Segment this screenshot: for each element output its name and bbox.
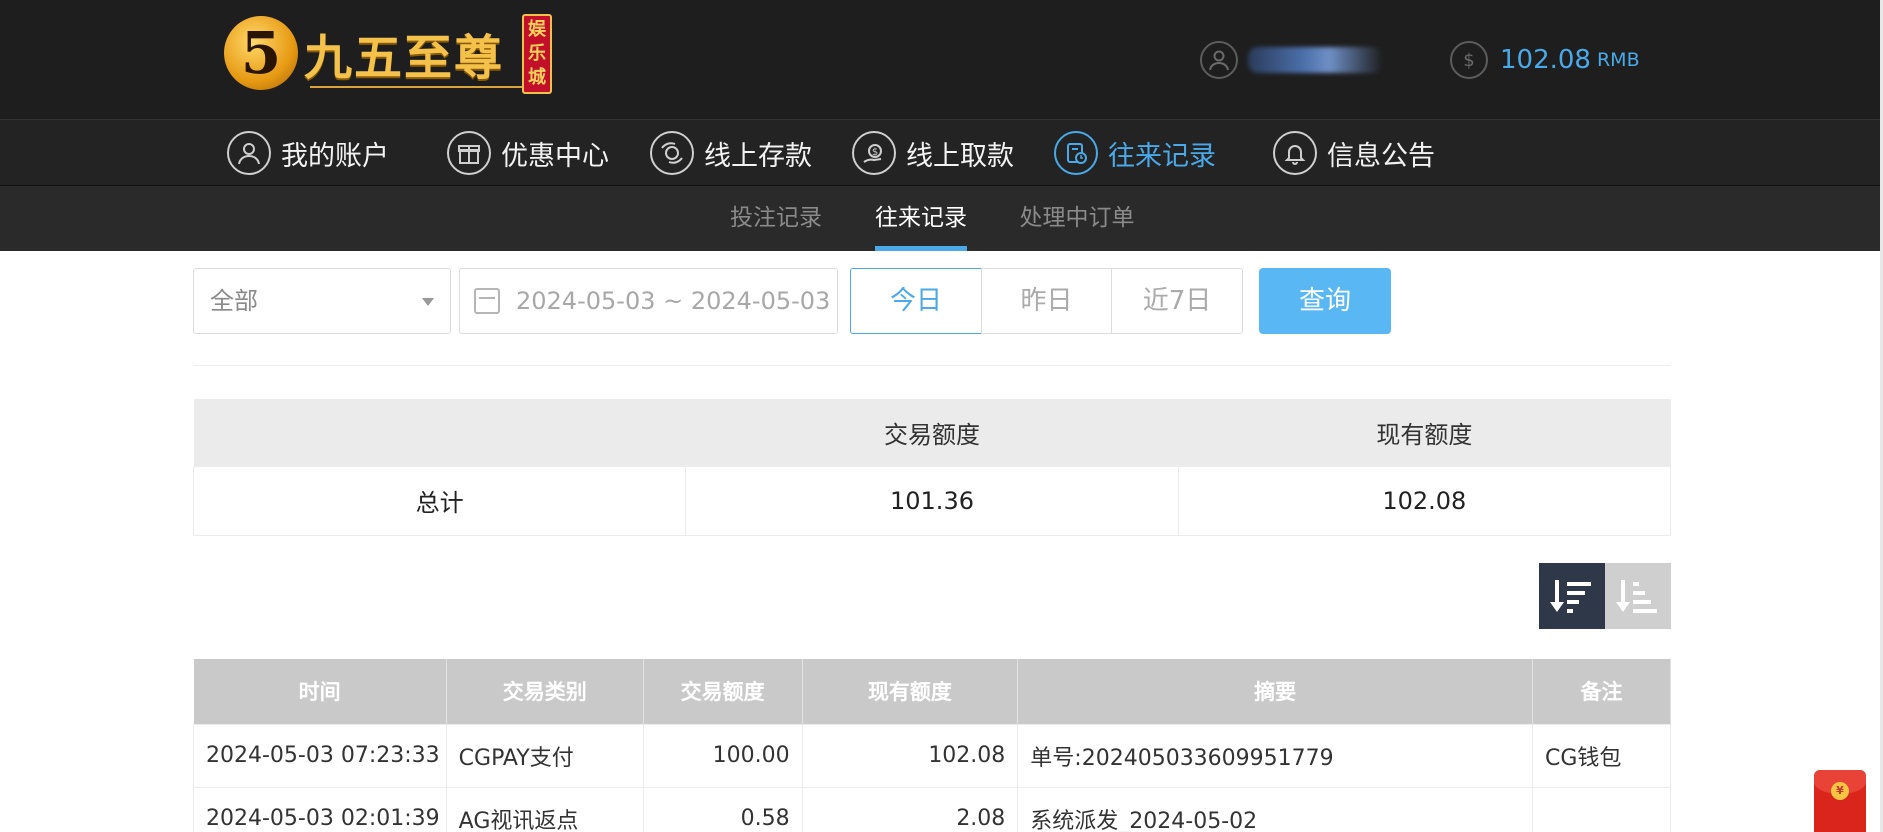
logo-badge-char: 城 [528,67,546,88]
table-row[interactable]: 2024-05-03 02:01:39 AG视讯返点 0.58 2.08 系统派… [193,786,1672,832]
summary-header-cell: 现有额度 [1178,399,1671,466]
user-info[interactable] [1200,38,1383,82]
cell-time: 2024-05-03 07:23:33 [193,723,447,788]
records-header-row: 时间 交易类别 交易额度 现有额度 摘要 备注 [193,659,1672,724]
calendar-icon [474,288,500,314]
logo-badge-char: 娱 [528,19,546,40]
tab-bet-records[interactable]: 投注记录 [730,186,822,251]
svg-text:$: $ [1463,50,1474,71]
nav-item-my-account[interactable]: 我的账户 [227,130,389,176]
column-header-remark[interactable]: 备注 [1532,659,1672,724]
summary-header-cell: 交易额度 [685,399,1179,466]
cell-remark [1531,786,1672,832]
summary-total-row: 总计 101.36 102.08 [192,465,1672,536]
select-value: 全部 [210,287,258,315]
quick-7days-button[interactable]: 近7日 [1111,268,1243,334]
table-row[interactable]: 2024-05-03 07:23:33 CGPAY支付 100.00 102.0… [193,723,1672,788]
coin-icon: ¥ [1831,782,1849,800]
cell-amount: 100.00 [642,723,803,788]
balance-currency: RMB [1596,49,1640,71]
cell-remark: CG钱包 [1531,723,1672,788]
logo-emblem: 5 [224,16,298,90]
cell-balance: 102.08 [801,723,1019,788]
dollar-icon: $ [1450,41,1488,79]
column-header-amount[interactable]: 交易额度 [643,659,803,724]
cell-type: AG视讯返点 [445,786,644,832]
cell-summary: 系统派发_2024-05-02 [1017,786,1533,832]
sub-nav: 投注记录 往来记录 处理中订单 [0,186,1880,251]
svg-text:$: $ [872,147,878,158]
tab-pending-orders[interactable]: 处理中订单 [1019,186,1135,251]
nav-item-announcements[interactable]: 信息公告 [1273,130,1435,176]
balance-amount: 102.08 [1500,45,1591,75]
summary-cell-label: 总计 [192,465,687,536]
gift-icon [447,131,491,175]
caret-down-icon [422,298,434,306]
logo-name: 九五至尊 [304,30,505,86]
date-range-input[interactable]: 2024-05-03 ~ 2024-05-03 [459,268,838,334]
user-icon [1200,41,1238,79]
main-nav: 我的账户 优惠中心 线上存款 $ 线上取款 往来记录 信息公告 [0,119,1880,186]
nav-item-promotions[interactable]: 优惠中心 [447,130,609,176]
summary-header-row: 交易额度 现有额度 [193,399,1671,466]
deposit-icon [650,131,694,175]
cell-type: CGPAY支付 [445,723,644,788]
tab-transaction-records[interactable]: 往来记录 [875,186,967,251]
red-envelope-button[interactable]: ¥ [1814,770,1866,832]
logo-badge-char: 乐 [528,43,546,64]
column-header-time[interactable]: 时间 [193,659,447,724]
bell-icon [1273,131,1317,175]
records-table: 时间 交易类别 交易额度 现有额度 摘要 备注 2024-05-03 07:23… [193,659,1672,832]
transaction-type-select[interactable]: 全部 [193,268,451,334]
username-redacted [1248,47,1383,73]
sort-descending-icon [1550,580,1591,613]
quick-today-button[interactable]: 今日 [850,268,982,334]
column-header-type[interactable]: 交易类别 [446,659,644,724]
sort-descending-button[interactable] [1539,563,1605,629]
site-logo[interactable]: 5 九五至尊 娱 乐 城 [222,12,558,100]
balance-display: $ 102.08 RMB [1450,38,1640,82]
nav-label: 信息公告 [1327,140,1435,172]
withdraw-icon: $ [852,131,896,175]
summary-table: 交易额度 现有额度 总计 101.36 102.08 [192,399,1672,536]
sort-ascending-icon [1616,580,1657,613]
column-header-balance[interactable]: 现有额度 [802,659,1019,724]
nav-item-records[interactable]: 往来记录 [1054,130,1216,176]
cell-amount: 0.58 [642,786,803,832]
divider [193,365,1671,366]
cell-summary: 单号:202405033609951779 [1017,723,1533,788]
cell-time: 2024-05-03 02:01:39 [193,786,447,832]
records-icon [1054,131,1098,175]
date-range-value: 2024-05-03 ~ 2024-05-03 [516,287,831,315]
nav-label: 我的账户 [281,140,389,172]
nav-label: 线上取款 [906,140,1014,172]
logo-badge: 娱 乐 城 [522,14,552,94]
nav-label: 线上存款 [704,140,812,172]
sort-ascending-button[interactable] [1605,563,1671,629]
logo-numeral: 5 [240,19,282,87]
nav-item-withdraw[interactable]: $ 线上取款 [852,130,1014,176]
quick-yesterday-button[interactable]: 昨日 [981,268,1112,334]
summary-header-cell [193,399,686,466]
user-icon [227,131,271,175]
query-button[interactable]: 查询 [1259,268,1391,334]
top-header: 5 九五至尊 娱 乐 城 $ 102.08 RMB [0,0,1880,119]
cell-balance: 2.08 [801,786,1019,832]
nav-label: 优惠中心 [501,140,609,172]
summary-cell-balance: 102.08 [1177,465,1672,536]
summary-cell-transaction: 101.36 [685,465,1179,536]
column-header-summary[interactable]: 摘要 [1017,659,1533,724]
nav-label: 往来记录 [1108,140,1216,172]
nav-item-deposit[interactable]: 线上存款 [650,130,812,176]
logo-ornament [310,86,528,88]
